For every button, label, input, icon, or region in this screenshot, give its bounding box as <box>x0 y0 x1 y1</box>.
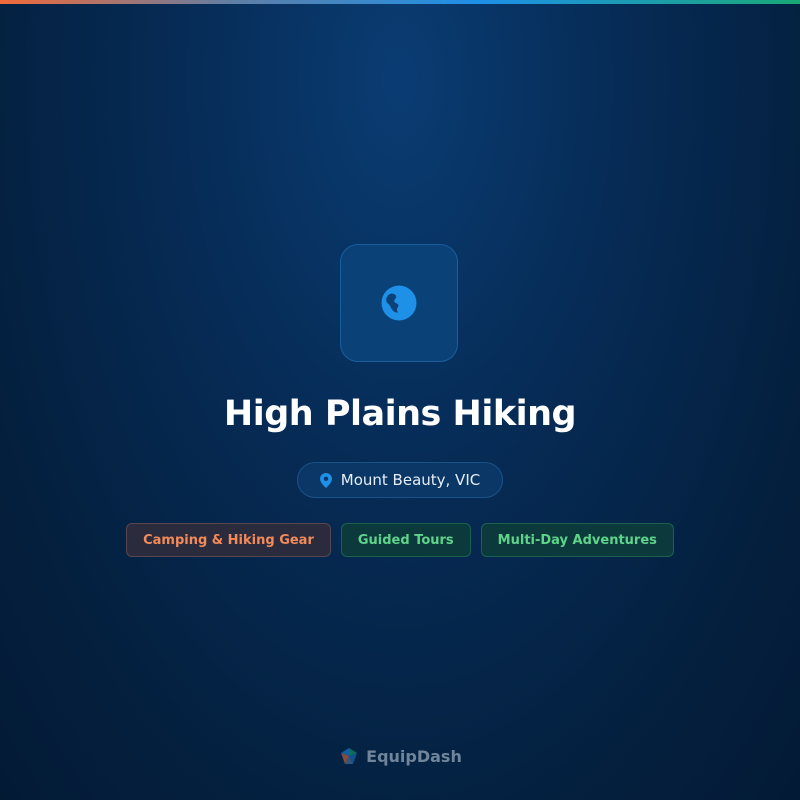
tag-guided-tours: Guided Tours <box>340 523 471 557</box>
map-pin-icon <box>319 472 332 488</box>
tag-camping-hiking-gear: Camping & Hiking Gear <box>126 523 331 557</box>
category-tags: Camping & Hiking Gear Guided Tours Multi… <box>0 523 800 557</box>
business-logo <box>340 244 458 362</box>
location-text: Mount Beauty, VIC <box>340 471 481 489</box>
globe-icon <box>381 285 417 321</box>
footer-brand-name: EquipDash <box>366 746 462 766</box>
equipdash-logo-icon <box>341 748 358 764</box>
business-card: High Plains Hiking Mount Beauty, VIC Cam… <box>0 0 800 800</box>
footer-brand: EquipDash <box>0 745 800 767</box>
business-name: High Plains Hiking <box>223 394 577 434</box>
tag-multi-day-adventures: Multi-Day Adventures <box>480 523 674 557</box>
location-badge: Mount Beauty, VIC <box>297 462 503 498</box>
